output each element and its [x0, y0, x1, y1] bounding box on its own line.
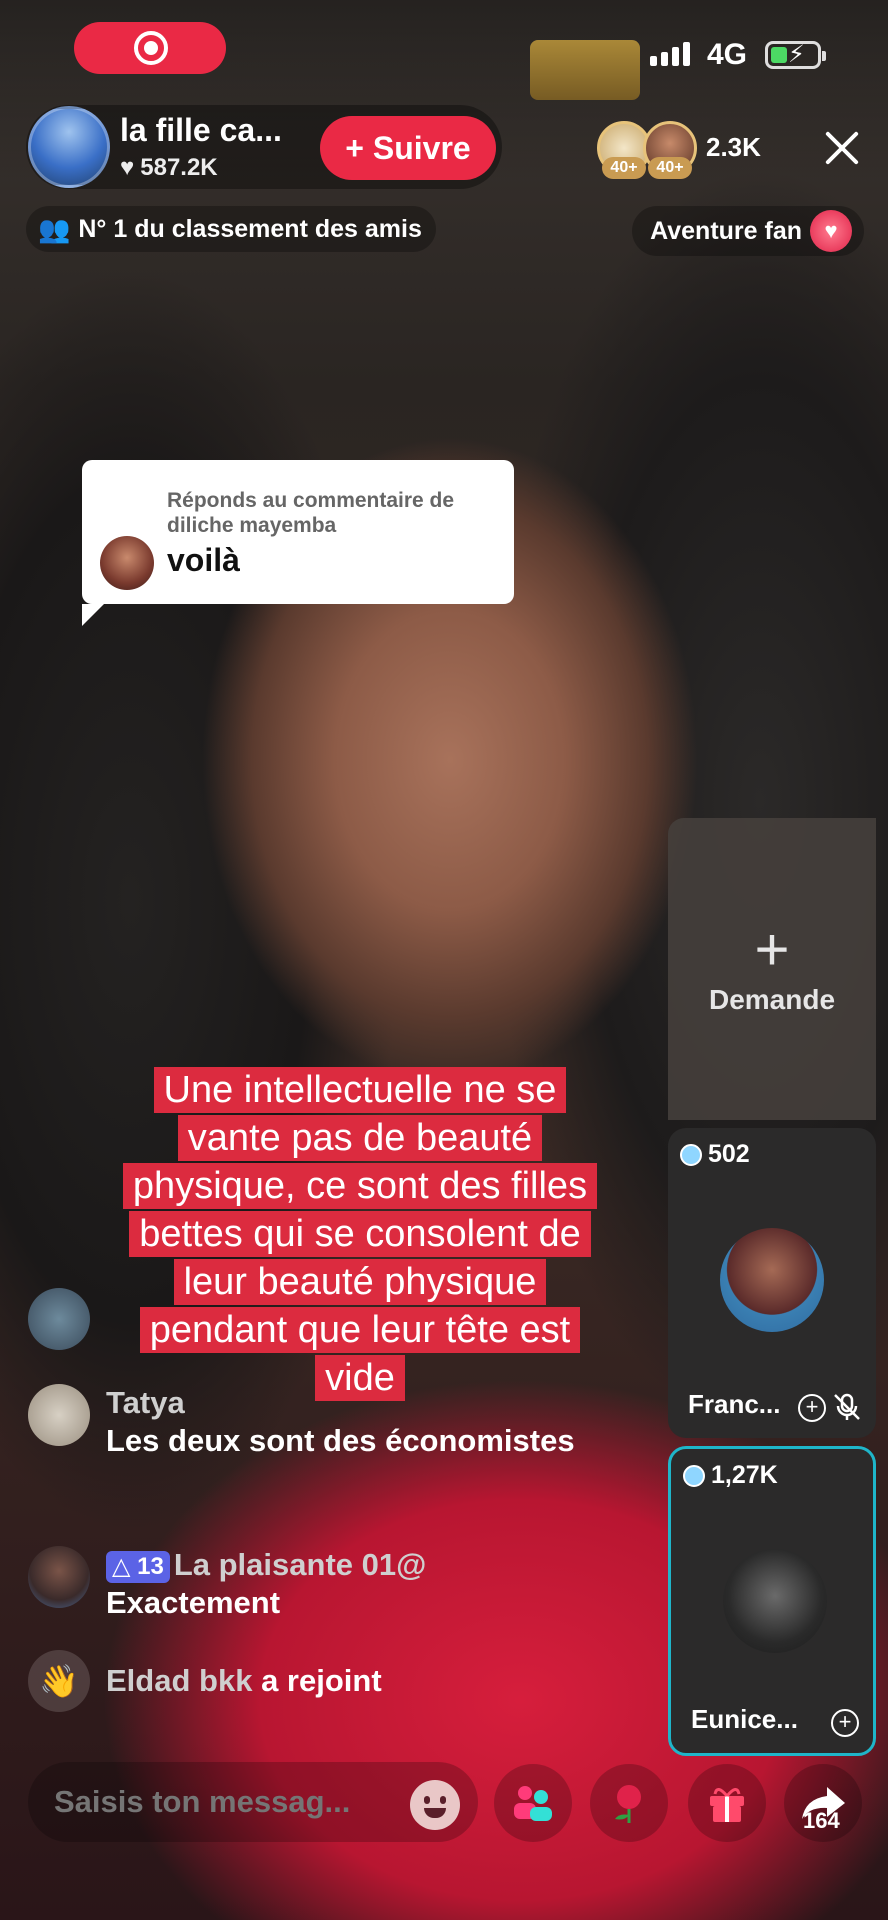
background-lamp — [530, 40, 640, 100]
host-likes: ♥ 587.2K — [120, 154, 218, 181]
reply-comment-card[interactable]: Réponds au commentaire de diliche mayemb… — [82, 460, 514, 626]
guest-tile[interactable]: 502 Franc... + — [668, 1128, 876, 1438]
add-icon[interactable]: + — [831, 1709, 859, 1737]
host-name[interactable]: la fille ca... — [120, 112, 282, 149]
chat-avatar — [28, 1546, 90, 1608]
chat-join-item: 👋 Eldad bkk a rejoint — [28, 1650, 382, 1712]
add-icon[interactable]: + — [798, 1394, 826, 1422]
caption-overlay: Une intellectuelle ne se vante pas de be… — [108, 1066, 612, 1402]
reply-meta: Réponds au commentaire de diliche mayemb… — [167, 489, 455, 537]
follow-button[interactable]: + Suivre — [320, 116, 496, 180]
chat-message: a rejoint — [261, 1663, 382, 1698]
chat-item[interactable]: △ 13 La plaisante 01@ Exactement — [28, 1546, 426, 1622]
chat-message: Les deux sont des économistes — [106, 1423, 575, 1458]
heart-badge-icon: ♥ — [810, 210, 852, 252]
plus-icon: + — [754, 916, 790, 983]
reply-text: voilà — [167, 542, 240, 578]
coin-icon — [683, 1464, 705, 1487]
rose-icon[interactable] — [590, 1764, 668, 1842]
battery-icon: ⚡ — [765, 41, 826, 69]
coin-icon — [680, 1143, 702, 1166]
emoji-icon[interactable] — [410, 1780, 460, 1830]
guest-name: Franc... — [688, 1389, 781, 1419]
guest-avatar — [723, 1549, 827, 1653]
chat-item[interactable] — [28, 1288, 90, 1350]
request-to-join-panel[interactable]: + Demande — [668, 818, 876, 1120]
signal-icon — [650, 42, 690, 66]
viewer-badge: 40+ — [602, 157, 646, 179]
commenter-avatar — [100, 536, 154, 590]
guest-avatar — [720, 1228, 824, 1332]
screen-record-indicator[interactable] — [74, 22, 226, 74]
chat-message: Exactement — [106, 1585, 281, 1620]
heart-icon: ♥ — [120, 154, 135, 181]
share-count: 164 — [803, 1808, 840, 1833]
chat-username: La plaisante 01@ — [173, 1547, 427, 1582]
viewer-badge: 40+ — [648, 157, 692, 179]
viewer-count[interactable]: 2.3K — [706, 132, 761, 163]
friends-ranking-pill[interactable]: 👥 N° 1 du classement des amis — [26, 206, 436, 252]
multi-guest-icon[interactable] — [494, 1764, 572, 1842]
gift-icon[interactable] — [688, 1764, 766, 1842]
chat-avatar — [28, 1288, 90, 1350]
wave-icon: 👋 — [28, 1650, 90, 1712]
fan-adventure-pill[interactable]: Aventure fan ♥ — [632, 206, 864, 256]
friends-icon: 👥 — [38, 213, 71, 244]
close-icon[interactable] — [820, 126, 864, 170]
chat-avatar — [28, 1384, 90, 1446]
guest-name: Eunice... — [691, 1704, 798, 1734]
guest-tile[interactable]: 1,27K Eunice... + — [668, 1446, 876, 1756]
request-label: Demande — [708, 984, 836, 1015]
chat-username: Eldad bkk — [106, 1663, 253, 1698]
level-badge: △ 13 — [106, 1550, 170, 1583]
network-type: 4G — [707, 38, 748, 71]
mic-muted-icon[interactable] — [832, 1392, 862, 1422]
host-avatar[interactable] — [28, 106, 110, 188]
